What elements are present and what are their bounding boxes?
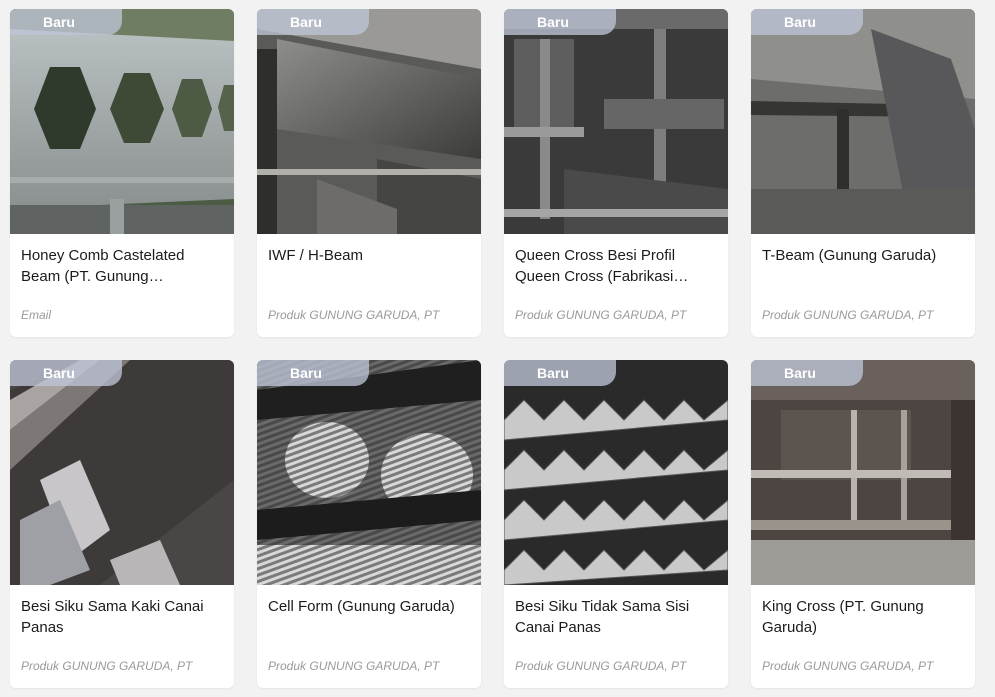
new-badge: Baru: [257, 360, 369, 386]
product-grid: Baru Honey Comb Castelated Beam (PT. Gun…: [0, 0, 995, 697]
product-title[interactable]: Honey Comb Castelated Beam (PT. Gunung…: [21, 245, 221, 287]
product-image[interactable]: Baru: [504, 9, 728, 234]
product-title[interactable]: IWF / H-Beam: [268, 245, 468, 266]
product-title[interactable]: King Cross (PT. Gunung Garuda): [762, 596, 962, 638]
product-title[interactable]: T-Beam (Gunung Garuda): [762, 245, 962, 266]
product-title[interactable]: Besi Siku Sama Kaki Canai Panas: [21, 596, 221, 638]
product-image[interactable]: Baru: [504, 360, 728, 585]
product-card[interactable]: Baru IWF / H-Beam Produk GUNUNG GARUDA, …: [257, 9, 481, 337]
new-badge: Baru: [10, 360, 122, 386]
product-card[interactable]: Baru Honey Comb Castelated Beam (PT. Gun…: [10, 9, 234, 337]
product-card[interactable]: Baru Besi Siku Sama Kaki Canai Panas Pro…: [10, 360, 234, 688]
product-seller: Produk GUNUNG GARUDA, PT: [268, 308, 440, 322]
product-image[interactable]: Baru: [10, 9, 234, 234]
new-badge: Baru: [504, 9, 616, 35]
product-card[interactable]: Baru Queen Cross Besi Profil Queen Cross…: [504, 9, 728, 337]
product-card[interactable]: Baru Besi Siku Tidak Sama Sisi Canai Pan…: [504, 360, 728, 688]
product-seller: Produk GUNUNG GARUDA, PT: [268, 659, 440, 673]
new-badge: Baru: [504, 360, 616, 386]
product-card[interactable]: Baru Cell Form (Gunung Garuda) Produk GU…: [257, 360, 481, 688]
product-title[interactable]: Besi Siku Tidak Sama Sisi Canai Panas: [515, 596, 715, 638]
product-seller: Produk GUNUNG GARUDA, PT: [762, 308, 934, 322]
new-badge: Baru: [257, 9, 369, 35]
product-seller: Email: [21, 308, 52, 322]
new-badge: Baru: [751, 9, 863, 35]
product-card[interactable]: Baru T-Beam (Gunung Garuda) Produk GUNUN…: [751, 9, 975, 337]
product-image[interactable]: Baru: [751, 360, 975, 585]
product-seller: Produk GUNUNG GARUDA, PT: [762, 659, 934, 673]
new-badge: Baru: [751, 360, 863, 386]
product-card[interactable]: Baru King Cross (PT. Gunung Garuda) Prod…: [751, 360, 975, 688]
product-image[interactable]: Baru: [10, 360, 234, 585]
product-title[interactable]: Queen Cross Besi Profil Queen Cross (Fab…: [515, 245, 715, 287]
product-seller: Produk GUNUNG GARUDA, PT: [21, 659, 193, 673]
product-image[interactable]: Baru: [257, 9, 481, 234]
product-image[interactable]: Baru: [257, 360, 481, 585]
product-seller: Produk GUNUNG GARUDA, PT: [515, 308, 687, 322]
product-image[interactable]: Baru: [751, 9, 975, 234]
product-seller: Produk GUNUNG GARUDA, PT: [515, 659, 687, 673]
product-title[interactable]: Cell Form (Gunung Garuda): [268, 596, 468, 617]
new-badge: Baru: [10, 9, 122, 35]
